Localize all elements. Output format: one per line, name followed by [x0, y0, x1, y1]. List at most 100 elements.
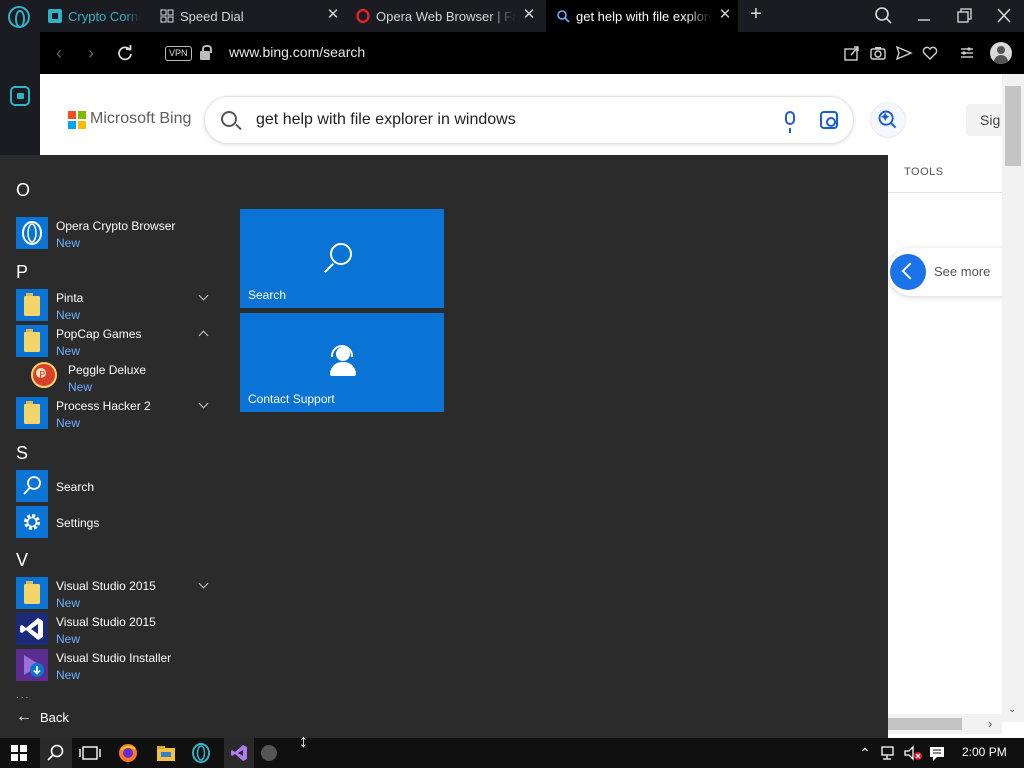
tab-speed-dial[interactable]: Speed Dial ✕ — [160, 0, 346, 32]
vertical-scrollbar[interactable]: ⌄ — [1002, 74, 1024, 722]
vertical-scroll-thumb[interactable] — [1005, 86, 1021, 166]
tab-bing-search[interactable]: get help with file explorer ✕ — [546, 0, 738, 32]
windows-pane — [11, 754, 18, 761]
visual-search-icon[interactable] — [820, 111, 838, 129]
see-more-button[interactable]: See more — [888, 248, 1006, 296]
start-menu: O Opera Crypto Browser New P Pinta New P… — [0, 155, 888, 738]
windows-pane — [20, 754, 27, 761]
microsoft-logo-icon[interactable] — [68, 111, 86, 129]
microphone-icon[interactable] — [785, 111, 795, 133]
visual-studio-installer-icon — [16, 649, 48, 681]
app-name: Opera Crypto Browser — [56, 219, 176, 233]
close-tab-icon[interactable]: ✕ — [326, 7, 340, 22]
network-icon[interactable] — [880, 744, 898, 762]
bing-logo-text[interactable]: Microsoft Bing — [90, 110, 191, 128]
snapshot-camera-icon[interactable] — [869, 44, 887, 62]
visual-studio-taskbar-icon[interactable] — [228, 742, 250, 764]
wallet-icon[interactable] — [10, 86, 30, 106]
logo-square-blue — [68, 121, 76, 129]
app-name: Visual Studio 2015 — [56, 615, 156, 629]
profile-avatar[interactable] — [990, 42, 1012, 64]
folder-icon — [16, 289, 48, 321]
resize-cursor-icon: ↕ — [299, 731, 308, 751]
scroll-right-arrow-icon[interactable]: › — [988, 716, 992, 731]
app-new-badge: New — [56, 344, 81, 358]
search-input[interactable]: get help with file explorer in windows — [256, 111, 516, 129]
search-tile[interactable]: Search — [240, 209, 444, 308]
app-name: Settings — [56, 516, 100, 530]
vpn-badge[interactable]: VPN — [165, 46, 192, 61]
section-letter-s[interactable]: S — [16, 443, 28, 464]
see-more-label: See more — [934, 264, 991, 279]
new-tab-button[interactable]: + — [745, 4, 767, 26]
opera-taskbar-icon[interactable] — [190, 742, 212, 764]
svg-text:P: P — [39, 370, 45, 381]
volume-muted-icon[interactable] — [903, 744, 923, 762]
section-letter-p[interactable]: P — [16, 262, 28, 283]
search-icon — [330, 243, 352, 265]
chevron-down-icon[interactable] — [198, 578, 209, 589]
firefox-icon[interactable] — [117, 742, 139, 764]
browser-tab-bar: Crypto Corner Speed Dial ✕ Opera Web Bro… — [0, 0, 1024, 32]
app-new-badge: New — [56, 416, 81, 430]
tab-label: Crypto Corner — [68, 8, 140, 24]
chevron-down-icon[interactable] — [198, 290, 209, 301]
tile-label: Search — [248, 288, 287, 302]
tab-search-icon[interactable] — [871, 4, 897, 28]
support-agent-icon — [328, 345, 358, 379]
app-name: Peggle Deluxe — [68, 363, 147, 377]
taskbar-search-icon[interactable] — [45, 742, 67, 764]
chevron-down-icon[interactable] — [198, 398, 209, 409]
opera-crypto-icon — [16, 217, 48, 249]
bing-search-box[interactable]: get help with file explorer in windows — [204, 96, 854, 144]
section-letter-v[interactable]: V — [16, 550, 28, 571]
share-icon[interactable] — [843, 44, 861, 62]
task-view-icon[interactable] — [79, 742, 101, 764]
peggle-deluxe-icon: P — [31, 362, 57, 388]
logo-square-red — [68, 111, 76, 119]
gear-icon — [16, 506, 48, 538]
action-center-icon[interactable] — [928, 744, 946, 762]
tab-crypto-corner[interactable]: Crypto Corner — [48, 0, 140, 32]
folder-icon — [16, 325, 48, 357]
close-tab-icon[interactable]: ✕ — [718, 7, 732, 22]
back-button[interactable]: ← Back — [16, 707, 76, 727]
taskbar: ⌃ 2:00 PM — [0, 738, 1024, 768]
system-clock[interactable]: 2:00 PM — [962, 745, 1007, 759]
back-nav-icon[interactable]: ‹ — [48, 42, 70, 64]
file-explorer-icon[interactable] — [155, 742, 177, 764]
url-field[interactable]: www.bing.com/search — [229, 44, 365, 60]
heart-icon[interactable] — [921, 44, 939, 62]
app-name: Pinta — [56, 291, 84, 305]
section-letter-o[interactable]: O — [16, 180, 30, 201]
app-name: PopCap Games — [56, 327, 142, 341]
close-window-icon[interactable] — [991, 4, 1017, 28]
app-new-badge: New — [56, 632, 81, 646]
show-hidden-icons-chevron-icon[interactable]: ⌃ — [858, 744, 872, 762]
tools-tab[interactable]: TOOLS — [904, 166, 944, 178]
app-new-badge: New — [56, 596, 81, 610]
easy-setup-icon[interactable] — [958, 44, 976, 62]
windows-start-icon[interactable] — [11, 745, 27, 761]
windows-pane — [11, 745, 18, 752]
minimize-icon[interactable] — [911, 4, 937, 28]
app-new-badge: New — [56, 308, 81, 322]
tab-opera-web-browser[interactable]: Opera Web Browser | Faster ✕ — [356, 0, 542, 32]
app-name: Search — [56, 480, 95, 494]
send-icon[interactable] — [895, 44, 913, 62]
more-items-indicator: ... — [16, 690, 31, 701]
reload-icon[interactable] — [114, 42, 136, 64]
chevron-up-icon[interactable] — [198, 330, 209, 341]
close-tab-icon[interactable]: ✕ — [522, 7, 536, 22]
tab-label: Speed Dial — [180, 8, 244, 24]
scroll-down-arrow-icon[interactable]: ⌄ — [1008, 704, 1016, 715]
lock-icon[interactable] — [200, 45, 212, 60]
forward-nav-icon[interactable]: › — [80, 42, 102, 64]
opera-logo-icon[interactable] — [8, 6, 30, 28]
chevron-left-icon — [890, 254, 926, 290]
copilot-search-icon[interactable] — [870, 102, 906, 138]
app-name: Process Hacker 2 — [56, 399, 151, 413]
restore-icon[interactable] — [951, 4, 977, 28]
faded-app-icon[interactable] — [258, 742, 280, 764]
contact-support-tile[interactable]: Contact Support — [240, 313, 444, 412]
